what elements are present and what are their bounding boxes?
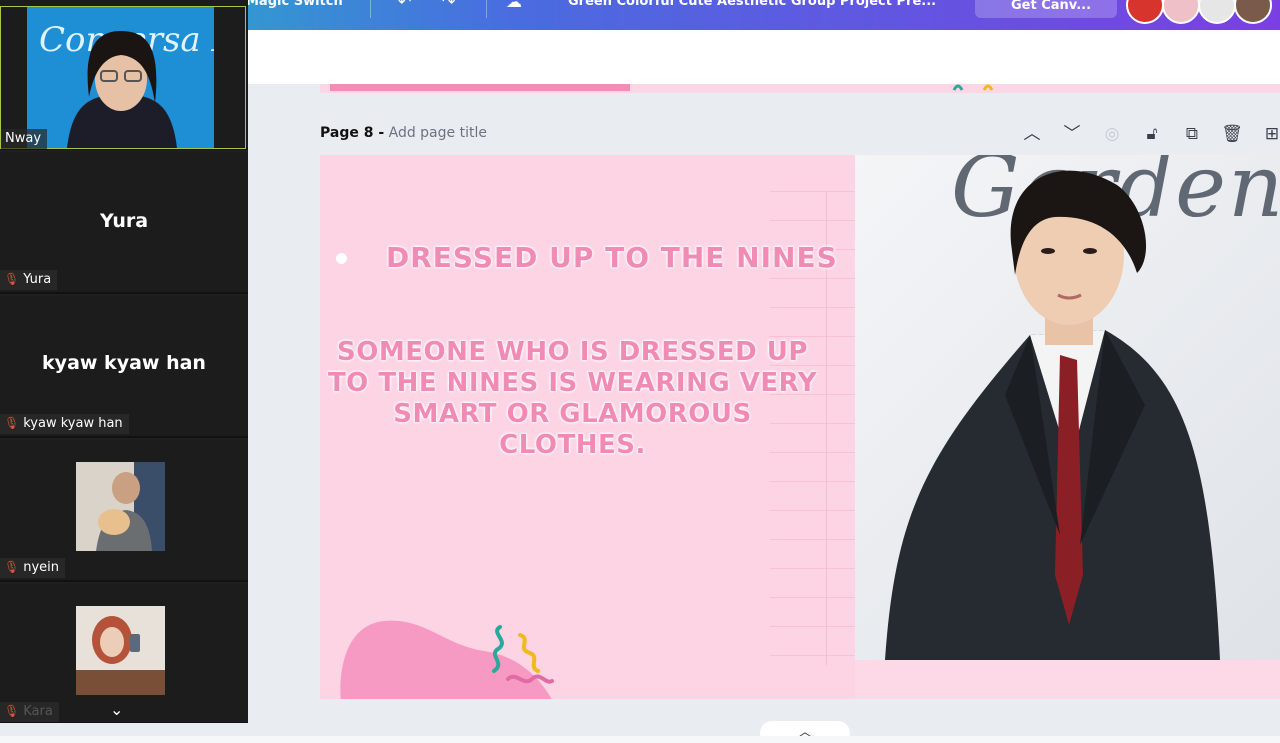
participant-video-image xyxy=(76,606,165,695)
participant-video: Conversa English xyxy=(27,7,214,148)
participant-name: Yura xyxy=(23,272,52,287)
get-canva-pro-button[interactable]: Get Canv... xyxy=(975,0,1117,18)
participant-name: Nway xyxy=(5,131,42,146)
mic-muted-icon: 🎙︎ xyxy=(4,416,20,430)
mic-muted-icon: 🎙︎ xyxy=(4,704,20,718)
participant-display-name: Yura xyxy=(99,210,149,232)
video-call-sidebar: Conversa English Nway Yura 🎙︎Yura kyaw k… xyxy=(0,0,248,723)
collaborator-avatar[interactable] xyxy=(1198,0,1236,24)
undo-icon[interactable]: ↶ xyxy=(398,0,411,11)
chevron-down-icon[interactable]: ⌄ xyxy=(110,700,123,719)
add-page-icon[interactable]: ⊞ xyxy=(1260,122,1280,146)
participant-tile[interactable]: Yura 🎙︎ Yura xyxy=(0,152,248,294)
participant-nameplate: Nway xyxy=(1,129,48,149)
participant-nameplate: 🎙︎ kyaw kyaw han xyxy=(0,414,129,434)
lock-page-icon[interactable]: 🔓︎ xyxy=(1140,122,1164,146)
delete-page-icon[interactable]: 🗑︎ xyxy=(1220,122,1244,146)
participant-video-image: Conversa English xyxy=(39,20,214,148)
bullet-dot xyxy=(336,253,347,264)
cloud-icon[interactable]: ☁ xyxy=(506,0,522,11)
mic-muted-icon: 🎙︎ xyxy=(4,560,20,574)
previous-page-stripe xyxy=(330,84,630,91)
redo-icon[interactable]: ↷ xyxy=(442,0,455,11)
page-header: Page 8 - Add page title xyxy=(320,125,487,141)
participant-nameplate: 🎙︎ nyein xyxy=(0,558,66,578)
get-canva-label: Get Canv... xyxy=(1011,0,1092,13)
slide-photo[interactable]: Garden xyxy=(855,155,1280,660)
active-speaker-frame: Conversa English Nway xyxy=(0,6,246,149)
mic-muted-icon: 🎙︎ xyxy=(4,272,20,286)
editor-toolbar-area xyxy=(248,30,1280,84)
participant-nameplate: 🎙︎ Yura xyxy=(0,270,58,290)
add-page-title-input[interactable]: Add page title xyxy=(389,125,487,141)
slide-body-text[interactable]: SOMEONE WHO IS DRESSED UP TO THE NINES I… xyxy=(320,337,825,461)
collaborator-avatar[interactable] xyxy=(1162,0,1200,24)
collaborator-avatar[interactable] xyxy=(1234,0,1272,24)
magic-switch-button[interactable]: Magic Switch xyxy=(246,0,343,9)
document-title[interactable]: Green Colorful Cute Aesthetic Group Proj… xyxy=(568,0,936,9)
collaborator-avatar[interactable] xyxy=(1126,0,1164,24)
participant-tile[interactable]: Conversa English Nway xyxy=(0,0,248,150)
person-in-suit-image xyxy=(885,170,1220,660)
footer-line xyxy=(0,736,1280,743)
toolbar-divider xyxy=(486,0,487,18)
slide-canvas[interactable]: DRESSED UP TO THE NINES SOMEONE WHO IS D… xyxy=(320,155,1280,699)
participant-name: nyein xyxy=(23,560,60,575)
squiggle-decoration xyxy=(492,625,554,684)
participant-video xyxy=(76,606,165,695)
hide-page-icon[interactable]: ◎ xyxy=(1100,122,1124,146)
participant-nameplate: 🎙︎ Kara xyxy=(0,702,59,722)
previous-page-edge xyxy=(320,84,1280,93)
participant-name: kyaw kyaw han xyxy=(23,416,123,431)
participant-tile[interactable]: 🎙︎ nyein xyxy=(0,440,248,582)
participant-display-name: kyaw kyaw han xyxy=(42,352,206,374)
participant-video xyxy=(76,462,165,551)
participant-tile[interactable]: 🎙︎ Kara xyxy=(0,584,248,723)
toolbar-divider xyxy=(370,0,371,18)
participant-name: Kara xyxy=(23,704,53,719)
participant-video-image xyxy=(76,462,165,551)
move-page-down-icon[interactable]: ﹀ xyxy=(1060,122,1084,146)
squiggle-decoration xyxy=(952,84,994,91)
slide-heading[interactable]: DRESSED UP TO THE NINES xyxy=(386,241,838,274)
participant-tile[interactable]: kyaw kyaw han 🎙︎ kyaw kyaw han xyxy=(0,296,248,438)
duplicate-page-icon[interactable]: ⧉ xyxy=(1180,122,1204,146)
move-page-up-icon[interactable]: ︿ xyxy=(1020,122,1044,146)
page-number-label: Page 8 - xyxy=(320,125,385,141)
slide-text-panel: DRESSED UP TO THE NINES SOMEONE WHO IS D… xyxy=(320,155,855,699)
